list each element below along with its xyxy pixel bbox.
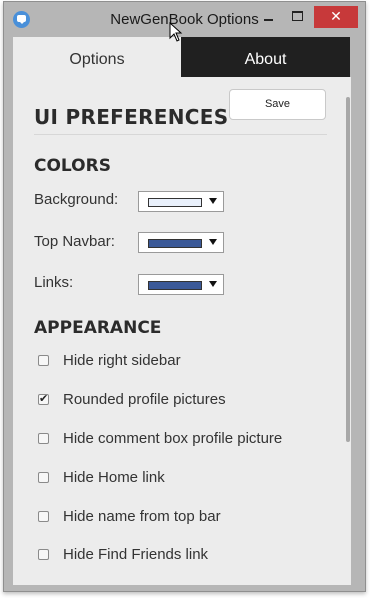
top-navbar-label: Top Navbar: <box>34 233 115 250</box>
background-label: Background: <box>34 191 119 208</box>
links-label: Links: <box>34 274 74 291</box>
links-swatch <box>148 281 202 290</box>
maximize-button[interactable] <box>284 6 312 28</box>
checkbox[interactable] <box>38 549 49 560</box>
minimize-button[interactable] <box>254 6 282 28</box>
option-label: Rounded profile pictures <box>63 391 226 408</box>
minimize-icon <box>264 19 273 21</box>
tab-about[interactable]: About <box>181 37 350 77</box>
scrollbar[interactable] <box>345 77 351 585</box>
checkbox[interactable] <box>38 392 49 405</box>
background-color-select[interactable] <box>138 191 224 212</box>
checkbox[interactable] <box>38 433 49 444</box>
options-panel: Save UI PREFERENCES COLORS Background: T… <box>13 77 350 585</box>
option-label: Hide comment box profile picture <box>63 430 283 447</box>
dropdown-arrow-icon <box>209 239 217 245</box>
appearance-heading: APPEARANCE <box>34 318 162 338</box>
maximize-icon <box>292 11 303 21</box>
divider <box>34 134 327 135</box>
page-title: UI PREFERENCES <box>34 105 229 129</box>
scrollbar-thumb[interactable] <box>346 97 350 442</box>
top-navbar-color-select[interactable] <box>138 232 224 253</box>
option-label: Hide Home link <box>63 469 165 486</box>
dropdown-arrow-icon <box>209 281 217 287</box>
checkbox[interactable] <box>38 355 49 366</box>
checkbox[interactable] <box>38 472 49 483</box>
colors-heading: COLORS <box>34 156 111 176</box>
close-button[interactable]: ✕ <box>314 6 358 28</box>
options-window: NewGenBook Options ✕ Options About Save … <box>3 1 366 592</box>
dropdown-arrow-icon <box>209 198 217 204</box>
title-bar[interactable]: NewGenBook Options ✕ <box>4 2 365 36</box>
background-swatch <box>148 198 202 207</box>
tab-options[interactable]: Options <box>13 37 181 77</box>
save-button[interactable]: Save <box>229 89 326 120</box>
top-navbar-swatch <box>148 239 202 248</box>
option-label: Hide name from top bar <box>63 508 221 525</box>
option-label: Hide right sidebar <box>63 352 181 369</box>
mouse-pointer-icon <box>169 22 183 42</box>
tab-bar: Options About <box>13 37 350 77</box>
links-color-select[interactable] <box>138 274 224 295</box>
checkbox[interactable] <box>38 511 49 522</box>
option-label: Hide Find Friends link <box>63 546 209 563</box>
